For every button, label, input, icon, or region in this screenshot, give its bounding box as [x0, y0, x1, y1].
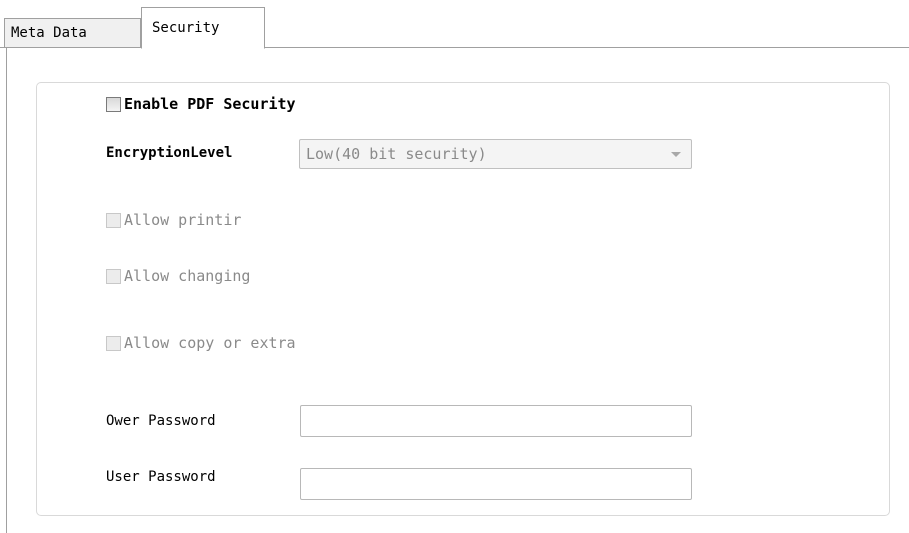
tab-security[interactable]: Security: [141, 7, 265, 49]
tab-bar: Meta Data Security: [0, 0, 909, 49]
allow-changing-label: Allow changing: [124, 267, 251, 285]
allow-printing-label: Allow printir: [124, 211, 242, 229]
allow-copy-row[interactable]: Allow copy or extra: [106, 334, 296, 352]
encryption-level-value: Low(40 bit security): [306, 145, 487, 163]
tab-meta-data[interactable]: Meta Data: [4, 18, 141, 48]
allow-printing-row[interactable]: Allow printir: [106, 211, 241, 229]
enable-pdf-security-row[interactable]: Enable PDF Security: [106, 95, 296, 113]
user-password-label: User Password: [106, 469, 216, 485]
allow-changing-row[interactable]: Allow changing: [106, 267, 250, 285]
encryption-level-select[interactable]: Low(40 bit security): [299, 139, 692, 169]
allow-changing-checkbox[interactable]: [106, 268, 121, 284]
encryption-level-label: EncryptionLevel: [106, 145, 233, 161]
allow-copy-label: Allow copy or extra: [124, 334, 296, 352]
enable-pdf-security-label: Enable PDF Security: [124, 95, 296, 113]
user-password-field[interactable]: [300, 468, 692, 500]
allow-printing-checkbox[interactable]: [106, 212, 121, 228]
enable-pdf-security-checkbox[interactable]: [106, 96, 121, 112]
allow-copy-checkbox[interactable]: [106, 335, 121, 351]
owner-password-label: Ower Password: [106, 413, 216, 429]
pdf-options-window: Meta Data Security Enable PDF Security E…: [0, 0, 909, 533]
chevron-down-icon: [671, 152, 681, 157]
panel-border: [6, 48, 7, 533]
owner-password-field[interactable]: [300, 405, 692, 437]
